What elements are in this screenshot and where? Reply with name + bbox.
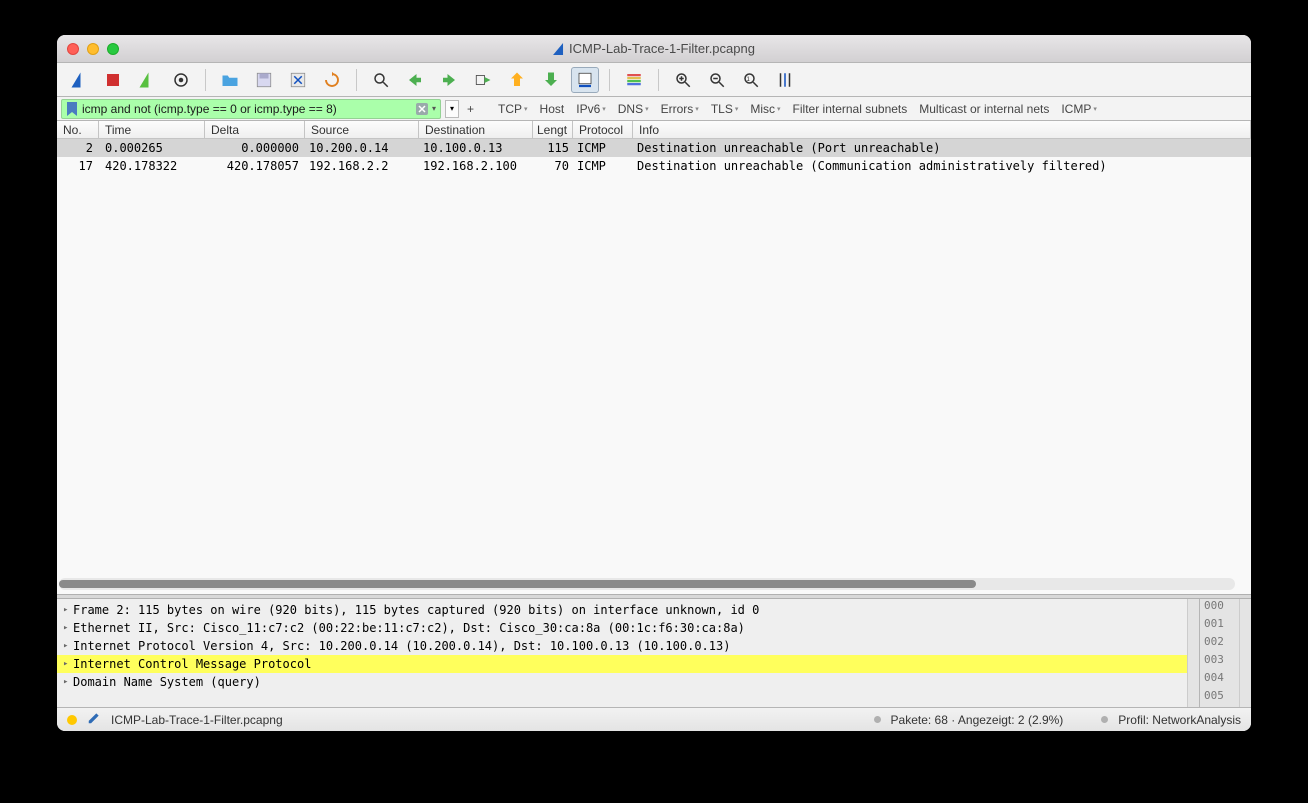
close-file-button[interactable] (284, 67, 312, 93)
status-separator-dot (1101, 716, 1108, 723)
toolbar-separator (356, 69, 357, 91)
expand-icon[interactable]: ▸ (63, 677, 73, 687)
go-to-first-button[interactable] (503, 67, 531, 93)
status-packet-count: Pakete: 68 · Angezeigt: 2 (2.9%) (891, 713, 1064, 727)
horizontal-scrollbar[interactable] (59, 578, 1235, 590)
app-window: ICMP-Lab-Trace-1-Filter.pcapng (57, 35, 1251, 731)
resize-columns-button[interactable] (771, 67, 799, 93)
window-maximize-button[interactable] (107, 43, 119, 55)
tree-item-dns[interactable]: ▸Domain Name System (query) (57, 673, 1187, 691)
details-scrollbar[interactable] (1187, 599, 1199, 707)
tree-item-ipv4[interactable]: ▸Internet Protocol Version 4, Src: 10.20… (57, 637, 1187, 655)
col-header-source[interactable]: Source (305, 121, 419, 138)
filter-clear-icon[interactable] (416, 103, 428, 115)
colorize-button[interactable] (620, 67, 648, 93)
filter-internal-subnets-button[interactable]: Filter internal subnets (789, 102, 912, 116)
hex-offset-column[interactable]: 000 001 002 003 004 005 (1199, 599, 1239, 707)
status-bar: ICMP-Lab-Trace-1-Filter.pcapng Pakete: 6… (57, 707, 1251, 731)
main-toolbar: 1 (57, 63, 1251, 97)
packet-row[interactable]: 2 0.000265 0.000000 10.200.0.14 10.100.0… (57, 139, 1251, 157)
col-header-destination[interactable]: Destination (419, 121, 533, 138)
col-header-no[interactable]: No. (57, 121, 99, 138)
bookmark-icon[interactable] (66, 102, 78, 116)
filter-add-button[interactable]: + (463, 102, 478, 116)
status-separator-dot (874, 716, 881, 723)
toolbar-separator (609, 69, 610, 91)
tree-item-icmp[interactable]: ▸Internet Control Message Protocol (57, 655, 1187, 673)
zoom-reset-button[interactable]: 1 (737, 67, 765, 93)
packet-row[interactable]: 17 420.178322 420.178057 192.168.2.2 192… (57, 157, 1251, 175)
packet-list-header: No. Time Delta Source Destination Lengt … (57, 121, 1251, 139)
traffic-lights (67, 43, 119, 55)
filter-dns-button[interactable]: DNS▾ (614, 102, 653, 116)
filter-icmp-button[interactable]: ICMP▾ (1057, 102, 1101, 116)
svg-text:1: 1 (747, 76, 751, 82)
display-filter-input[interactable]: icmp and not (icmp.type == 0 or icmp.typ… (61, 99, 441, 119)
display-filter-text: icmp and not (icmp.type == 0 or icmp.typ… (82, 102, 412, 116)
status-file-name: ICMP-Lab-Trace-1-Filter.pcapng (111, 713, 283, 727)
go-forward-button[interactable] (435, 67, 463, 93)
auto-scroll-button[interactable] (571, 67, 599, 93)
zoom-out-button[interactable] (703, 67, 731, 93)
expand-icon[interactable]: ▸ (63, 641, 73, 651)
filter-dropdown-icon[interactable]: ▾ (432, 104, 436, 113)
filter-host-button[interactable]: Host (536, 102, 569, 116)
filter-ipv6-button[interactable]: IPv6▾ (572, 102, 610, 116)
edit-capture-comment-icon[interactable] (87, 711, 101, 728)
titlebar: ICMP-Lab-Trace-1-Filter.pcapng (57, 35, 1251, 63)
toolbar-separator (205, 69, 206, 91)
go-back-button[interactable] (401, 67, 429, 93)
filter-misc-button[interactable]: Misc▾ (746, 102, 784, 116)
restart-capture-button[interactable] (133, 67, 161, 93)
scrollbar-thumb[interactable] (59, 580, 976, 588)
filter-bar: icmp and not (icmp.type == 0 or icmp.typ… (57, 97, 1251, 121)
start-capture-button[interactable] (65, 67, 93, 93)
expand-icon[interactable]: ▸ (63, 623, 73, 633)
wireshark-fin-icon (553, 43, 563, 55)
open-file-button[interactable] (216, 67, 244, 93)
zoom-in-button[interactable] (669, 67, 697, 93)
toolbar-separator (658, 69, 659, 91)
packet-list[interactable]: 2 0.000265 0.000000 10.200.0.14 10.100.0… (57, 139, 1251, 594)
window-minimize-button[interactable] (87, 43, 99, 55)
tree-item-ethernet[interactable]: ▸Ethernet II, Src: Cisco_11:c7:c2 (00:22… (57, 619, 1187, 637)
find-packet-button[interactable] (367, 67, 395, 93)
details-area: ▸Frame 2: 115 bytes on wire (920 bits), … (57, 599, 1251, 707)
col-header-delta[interactable]: Delta (205, 121, 305, 138)
col-header-time[interactable]: Time (99, 121, 205, 138)
window-close-button[interactable] (67, 43, 79, 55)
expand-icon[interactable]: ▸ (63, 659, 73, 669)
capture-options-button[interactable] (167, 67, 195, 93)
hex-scrollbar[interactable] (1239, 599, 1251, 707)
col-header-info[interactable]: Info (633, 121, 1251, 138)
go-to-last-button[interactable] (537, 67, 565, 93)
status-profile[interactable]: Profil: NetworkAnalysis (1118, 713, 1241, 727)
filter-multicast-button[interactable]: Multicast or internal nets (915, 102, 1053, 116)
title: ICMP-Lab-Trace-1-Filter.pcapng (553, 41, 755, 56)
tree-item-frame[interactable]: ▸Frame 2: 115 bytes on wire (920 bits), … (57, 601, 1187, 619)
window-title: ICMP-Lab-Trace-1-Filter.pcapng (569, 41, 755, 56)
stop-capture-button[interactable] (99, 67, 127, 93)
filter-tcp-button[interactable]: TCP▾ (494, 102, 532, 116)
reload-file-button[interactable] (318, 67, 346, 93)
col-header-protocol[interactable]: Protocol (573, 121, 633, 138)
save-file-button[interactable] (250, 67, 278, 93)
expand-icon[interactable]: ▸ (63, 605, 73, 615)
filter-errors-button[interactable]: Errors▾ (657, 102, 703, 116)
col-header-length[interactable]: Lengt (533, 121, 573, 138)
filter-tls-button[interactable]: TLS▾ (707, 102, 743, 116)
go-to-packet-button[interactable] (469, 67, 497, 93)
filter-apply-dropdown[interactable]: ▾ (445, 100, 459, 118)
packet-details-tree[interactable]: ▸Frame 2: 115 bytes on wire (920 bits), … (57, 599, 1187, 707)
expert-info-indicator[interactable] (67, 715, 77, 725)
